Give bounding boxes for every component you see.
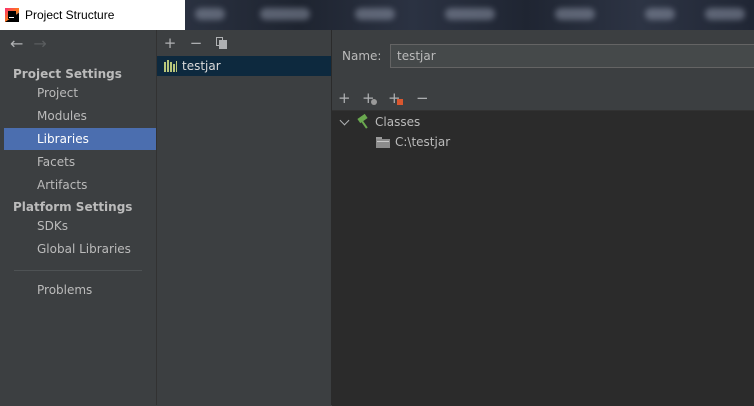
sidebar-item-artifacts[interactable]: Artifacts [4,174,156,196]
add-library-button[interactable]: + [162,36,178,52]
settings-sidebar: ← → Project Settings Project Modules Lib… [0,30,157,405]
libraries-list-panel: + − testjar [157,30,332,405]
library-details-panel: Name: + + + − Classes C:\testjar [332,30,754,406]
tree-node-path[interactable]: C:\testjar [376,132,450,152]
sidebar-item-global-libraries[interactable]: Global Libraries [4,238,156,260]
tree-node-label: Classes [375,115,421,129]
hammer-icon [356,113,370,129]
add-excluded-button[interactable]: + [388,90,406,108]
sidebar-item-modules[interactable]: Modules [4,105,156,127]
window-title: Project Structure [25,8,115,22]
library-name-input[interactable] [390,44,754,68]
back-arrow-icon[interactable]: ← [10,36,23,52]
name-label: Name: [342,49,382,63]
classes-toolbar: + + + − [332,88,754,110]
library-name: testjar [182,59,221,73]
tree-node-classes[interactable]: Classes [340,112,420,132]
sidebar-divider [14,270,142,271]
copy-icon[interactable] [216,37,228,49]
classes-tree: Classes C:\testjar [332,110,754,406]
remove-library-button[interactable]: − [188,36,204,52]
sidebar-item-project[interactable]: Project [4,82,156,104]
sidebar-item-problems[interactable]: Problems [4,279,156,301]
forward-arrow-icon[interactable]: → [33,36,46,52]
tree-node-label: C:\testjar [395,135,451,149]
excluded-badge-icon [397,99,403,105]
sidebar-item-sdks[interactable]: SDKs [4,215,156,237]
add-root-button[interactable]: + [338,90,356,108]
section-header-project-settings: Project Settings [13,67,122,81]
remove-root-button[interactable]: − [416,90,434,108]
library-icon [164,60,177,72]
sidebar-item-libraries[interactable]: Libraries [4,128,156,150]
background-blur [185,0,754,30]
intellij-idea-icon [5,8,19,22]
folder-icon [376,136,390,148]
library-list-item[interactable]: testjar [157,56,331,76]
sidebar-item-facets[interactable]: Facets [4,151,156,173]
navigation-arrows: ← → [10,36,47,52]
section-header-platform-settings: Platform Settings [13,200,133,214]
attach-badge-icon [371,99,377,105]
add-classes-button[interactable]: + [362,90,380,108]
title-bar: Project Structure [0,0,754,30]
chevron-down-icon[interactable] [340,117,350,127]
